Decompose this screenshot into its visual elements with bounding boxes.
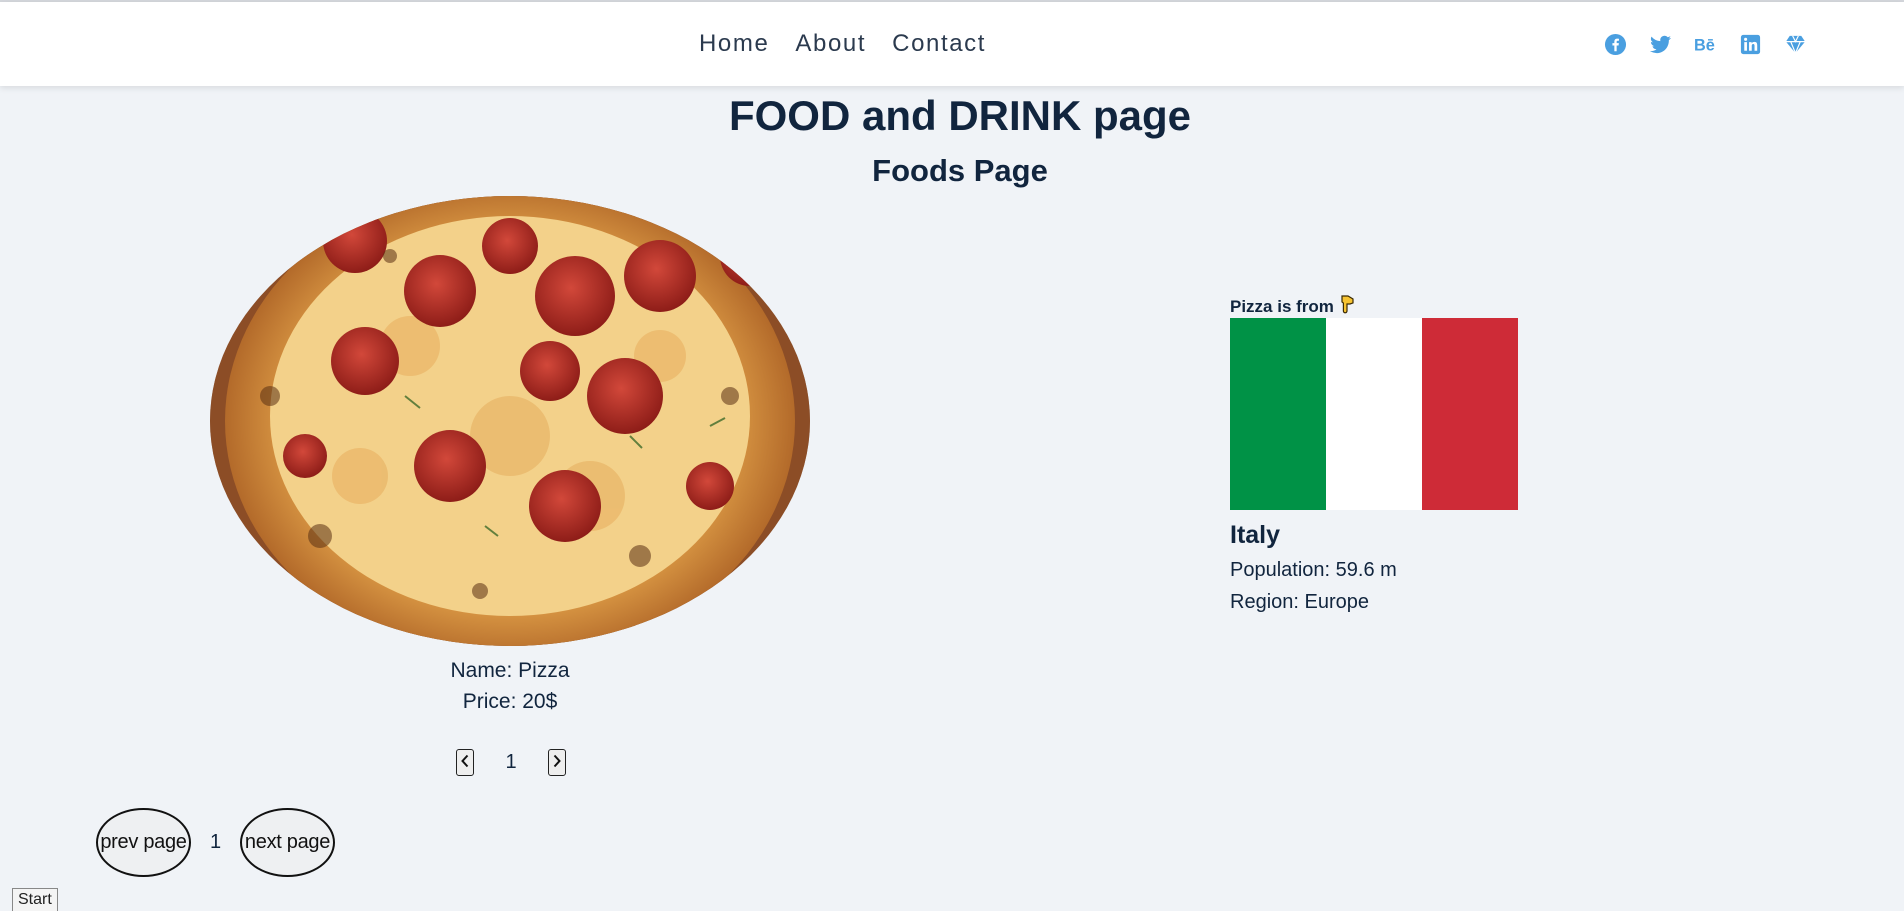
next-food-button[interactable] (548, 749, 566, 776)
italy-flag (1230, 318, 1518, 510)
page-title: FOOD and DRINK page (728, 92, 1192, 139)
origin-label: Pizza is from (1230, 294, 1356, 319)
start-button[interactable]: Start (12, 888, 58, 911)
pizza-image (210, 196, 810, 646)
country-region: Region: Europe (1230, 591, 1369, 613)
chevron-right-icon (552, 754, 562, 771)
food-price: Price: 20$ (462, 690, 558, 713)
flag-stripe-white (1326, 318, 1422, 510)
nav-about-link[interactable]: About (795, 30, 866, 58)
food-page-number: 1 (505, 751, 517, 773)
nav-contact-link[interactable]: Contact (892, 30, 986, 58)
next-page-button[interactable]: next page (240, 808, 335, 877)
country-name: Italy (1230, 521, 1281, 549)
hand-pointing-down-icon (1339, 294, 1356, 319)
chevron-left-icon (460, 754, 470, 771)
navbar: Home About Contact Bē (0, 2, 1904, 86)
country-population: Population: 59.6 m (1230, 559, 1397, 581)
behance-icon[interactable]: Bē (1694, 33, 1717, 56)
twitter-icon[interactable] (1649, 33, 1672, 56)
origin-label-text: Pizza is from (1230, 296, 1334, 316)
prev-page-button[interactable]: prev page (96, 808, 191, 877)
page-number: 1 (209, 831, 222, 853)
social-links: Bē (1604, 33, 1807, 56)
facebook-icon[interactable] (1604, 33, 1627, 56)
nav-home-link[interactable]: Home (699, 30, 769, 58)
flag-stripe-red (1422, 318, 1518, 510)
diamond-icon[interactable] (1784, 33, 1807, 56)
nav-links: Home About Contact (699, 30, 986, 58)
linkedin-icon[interactable] (1739, 33, 1762, 56)
flag-stripe-green (1230, 318, 1326, 510)
food-pager: 1 (456, 749, 566, 776)
svg-text:Bē: Bē (1694, 36, 1715, 54)
section-title: Foods Page (872, 153, 1048, 188)
prev-food-button[interactable] (456, 749, 474, 776)
food-name: Name: Pizza (450, 659, 570, 682)
page-pager: prev page 1 next page (96, 808, 335, 877)
